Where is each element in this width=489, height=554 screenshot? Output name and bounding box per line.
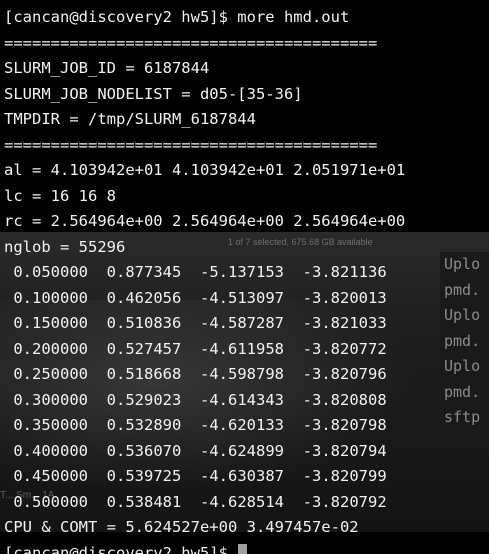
command-line: [cancan@discovery2 hw5]$ more hmd.out [4,8,350,26]
table-cell: -4.513097 [200,288,284,307]
env-line-nodelist: SLURM_JOB_NODELIST = d05-[35-36] [4,84,303,103]
table-cell: -3.820808 [302,390,387,409]
table-cell: 0.250000 [13,365,88,383]
table-cell: 0.538481 [106,492,182,511]
env-line-job-id: SLURM_JOB_ID = 6187844 [4,59,210,77]
table-row: 0.200000 0.527457 -4.611958 -3.820772 [4,337,489,363]
table-cell: 0.510836 [106,314,182,332]
table-row: 0.250000 0.518668 -4.598798 -3.820796 [4,362,489,388]
table-cell: 0.518668 [106,365,182,383]
separator-line: ======================================== [4,135,378,154]
table-cell: 0.500000 [13,492,88,511]
table-cell: 0.050000 [13,263,88,281]
table-cell: -3.820794 [302,441,387,460]
table-cell: -3.820796 [302,365,387,383]
table-row: 0.100000 0.462056 -4.513097 -3.820013 [4,286,489,312]
table-cell: -3.821136 [302,263,387,281]
table-row: 0.500000 0.538481 -4.628514 -3.820792 [4,490,489,516]
table-cell: 0.450000 [13,467,88,485]
table-cell: -3.820792 [302,492,387,511]
table-cell: -3.821033 [302,314,387,332]
table-cell: -4.630387 [200,467,284,485]
table-cell: 0.100000 [13,288,88,307]
table-cell: -5.137153 [200,263,284,281]
param-line-al: al = 4.103942e+01 4.103942e+01 2.051971e… [4,161,406,179]
table-row: 0.350000 0.532890 -4.620133 -3.820798 [4,413,489,439]
env-line-tmpdir: TMPDIR = /tmp/SLURM_6187844 [4,110,256,128]
terminal-window[interactable]: 1 of 7 selected, 675.68 GB available Upl… [0,0,489,554]
param-line-nglob: nglob = 55296 [4,237,126,256]
table-cell: -4.624899 [200,441,284,460]
table-cell: -3.820798 [302,416,387,434]
table-cell: -3.820772 [302,339,387,358]
table-cell: -4.598798 [200,365,284,383]
table-cell: -4.628514 [200,492,284,511]
table-cell: -4.587287 [200,314,284,332]
table-row: 0.050000 0.877345 -5.137153 -3.821136 [4,260,489,286]
separator-line: ======================================== [4,33,378,52]
table-cell: 0.527457 [106,339,182,358]
table-cell: 0.400000 [13,441,88,460]
table-cell: 0.462056 [106,288,182,307]
table-cell: -4.611958 [200,339,284,358]
shell-prompt: [cancan@discovery2 hw5]$ [4,544,228,554]
param-line-lc: lc = 16 16 8 [4,186,116,205]
output-data-table: 0.050000 0.877345 -5.137153 -3.821136 0.… [4,260,489,515]
table-cell: 0.539725 [106,467,182,485]
table-cell: 0.877345 [106,263,182,281]
table-cell: 0.150000 [13,314,88,332]
table-cell: -4.620133 [200,416,284,434]
table-cell: -3.820013 [302,288,387,307]
terminal-output[interactable]: [cancan@discovery2 hw5]$ more hmd.out ==… [4,5,489,554]
table-row: 0.150000 0.510836 -4.587287 -3.821033 [4,311,489,337]
table-cell: -3.820799 [302,467,387,485]
summary-line: CPU & COMT = 5.624527e+00 3.497457e-02 [4,518,359,536]
table-row: 0.450000 0.539725 -4.630387 -3.820799 [4,464,489,490]
table-cell: 0.300000 [13,390,88,409]
table-cell: -4.614343 [200,390,284,409]
table-row: 0.300000 0.529023 -4.614343 -3.820808 [4,388,489,414]
table-cell: 0.536070 [106,441,182,460]
table-cell: 0.529023 [106,390,182,409]
param-line-rc: rc = 2.564964e+00 2.564964e+00 2.564964e… [4,212,406,230]
table-cell: 0.350000 [13,416,88,434]
table-cell: 0.532890 [106,416,182,434]
text-cursor [237,543,247,554]
table-row: 0.400000 0.536070 -4.624899 -3.820794 [4,439,489,465]
final-prompt-line[interactable]: [cancan@discovery2 hw5]$ [4,541,489,554]
table-cell: 0.200000 [13,339,88,358]
